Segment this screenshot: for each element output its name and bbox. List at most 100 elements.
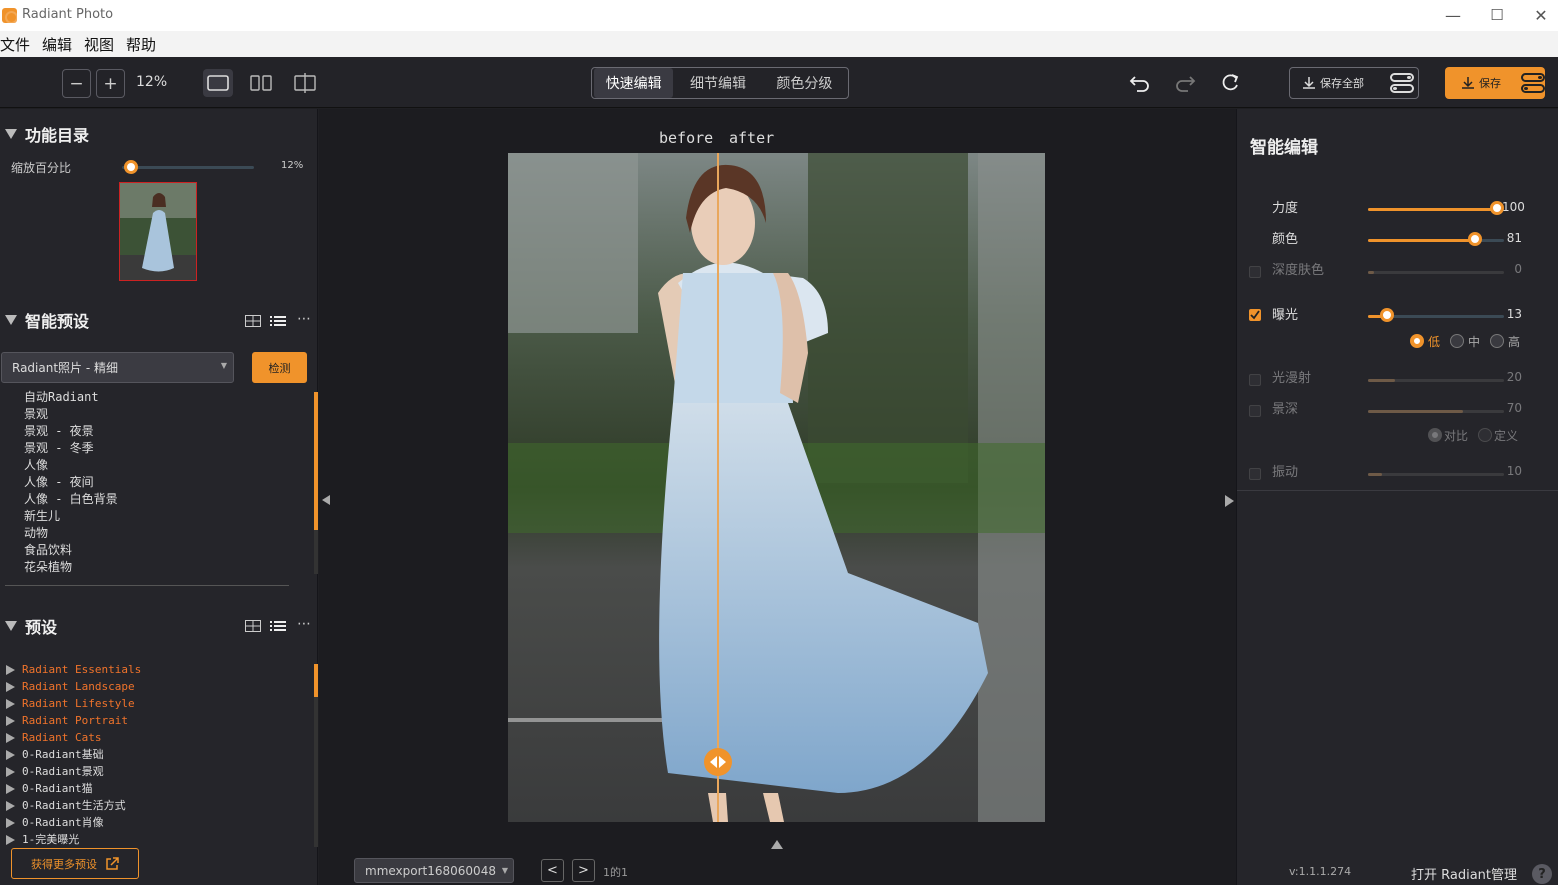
tab-quick-edit[interactable]: 快速编辑 bbox=[594, 68, 674, 98]
smart-preset-item[interactable]: 新生儿 bbox=[24, 508, 284, 525]
exposure-level-option[interactable]: 高 bbox=[1490, 333, 1520, 350]
radio-icon[interactable] bbox=[1478, 428, 1493, 442]
expand-triangle-icon[interactable] bbox=[6, 732, 15, 743]
slider-knob[interactable] bbox=[123, 160, 138, 174]
smart-preset-item[interactable]: 花朵植物 bbox=[24, 559, 284, 576]
previous-image-button[interactable]: < bbox=[541, 859, 564, 882]
preset-folder-item[interactable]: 0-Radiant基础 bbox=[6, 746, 296, 763]
split-handle[interactable] bbox=[704, 748, 732, 776]
slider-track-deep-skin[interactable] bbox=[1368, 271, 1504, 274]
expand-triangle-icon[interactable] bbox=[6, 698, 15, 709]
redo-button[interactable] bbox=[1170, 69, 1200, 97]
side-by-side-view-button[interactable] bbox=[246, 69, 276, 97]
menu-file[interactable]: 文件 bbox=[0, 33, 30, 55]
zoom-out-button[interactable]: − bbox=[62, 69, 91, 98]
smart-preset-item[interactable]: 人像 - 夜间 bbox=[24, 474, 284, 491]
menu-help[interactable]: 帮助 bbox=[126, 33, 156, 55]
preset-folder-item[interactable]: 1-完美曝光 bbox=[6, 831, 296, 848]
expand-triangle-icon[interactable] bbox=[6, 783, 15, 794]
slider-track-depth[interactable] bbox=[1368, 410, 1504, 413]
checkbox-vibrance[interactable] bbox=[1249, 468, 1261, 480]
preset-folder-item[interactable]: Radiant Portrait bbox=[6, 712, 296, 729]
smart-preset-item[interactable]: 自动Radiant bbox=[24, 389, 284, 406]
smart-list-scrollbar-thumb[interactable] bbox=[314, 392, 318, 530]
checkbox-deep-skin[interactable] bbox=[1249, 266, 1261, 278]
preset-folder-item[interactable]: 0-Radiant景观 bbox=[6, 763, 296, 780]
checkbox-light-diffusion[interactable] bbox=[1249, 374, 1261, 386]
save-all-options-icon[interactable] bbox=[1390, 71, 1414, 95]
slider-track-light-diffusion[interactable] bbox=[1368, 379, 1504, 382]
collapse-right-panel-icon[interactable] bbox=[1225, 495, 1234, 507]
smart-preset-dropdown[interactable]: Radiant照片 - 精细 ▼ bbox=[1, 352, 234, 383]
save-options-icon[interactable] bbox=[1521, 71, 1545, 95]
radio-icon[interactable] bbox=[1428, 428, 1442, 442]
radio-icon[interactable] bbox=[1450, 334, 1465, 348]
checkbox-depth[interactable] bbox=[1249, 405, 1261, 417]
preset-folder-item[interactable]: Radiant Cats bbox=[6, 729, 296, 746]
expand-triangle-icon[interactable] bbox=[6, 834, 15, 845]
split-view-button[interactable] bbox=[290, 69, 320, 97]
expand-triangle-icon[interactable] bbox=[6, 681, 15, 692]
help-icon[interactable]: ? bbox=[1532, 864, 1552, 884]
catalog-header[interactable]: 功能目录 bbox=[5, 122, 89, 146]
tab-color-grading[interactable]: 颜色分级 bbox=[761, 68, 848, 98]
radio-icon[interactable] bbox=[1410, 334, 1424, 348]
smart-presets-header[interactable]: 智能预设 bbox=[5, 308, 89, 332]
smart-preset-item[interactable]: 景观 - 冬季 bbox=[24, 440, 284, 457]
preset-folder-item[interactable]: 0-Radiant猫 bbox=[6, 780, 296, 797]
menu-edit[interactable]: 编辑 bbox=[42, 33, 72, 55]
get-more-presets-button[interactable]: 获得更多预设 bbox=[11, 848, 139, 879]
presets-header[interactable]: 预设 bbox=[5, 614, 57, 638]
checkbox-exposure[interactable] bbox=[1249, 309, 1261, 321]
exposure-level-option[interactable]: 低 bbox=[1410, 333, 1440, 350]
collapse-left-panel-icon[interactable] bbox=[322, 495, 330, 505]
image-thumbnail[interactable] bbox=[119, 182, 197, 281]
split-divider[interactable] bbox=[717, 153, 719, 822]
close-button[interactable]: ✕ bbox=[1526, 4, 1556, 26]
preset-list-scrollbar-thumb[interactable] bbox=[314, 664, 318, 697]
expand-triangle-icon[interactable] bbox=[6, 766, 15, 777]
expand-triangle-icon[interactable] bbox=[6, 664, 15, 675]
file-selector[interactable]: mmexport168060048 ▼ bbox=[354, 858, 514, 883]
expand-triangle-icon[interactable] bbox=[6, 715, 15, 726]
slider-track-color[interactable] bbox=[1368, 239, 1504, 242]
smart-preset-item[interactable]: 景观 - 夜景 bbox=[24, 423, 284, 440]
more-options-icon[interactable]: ⋯ bbox=[296, 311, 312, 327]
reset-button[interactable] bbox=[1215, 69, 1245, 97]
smart-preset-item[interactable]: 动物 bbox=[24, 525, 284, 542]
slider-track-vibrance[interactable] bbox=[1368, 473, 1504, 476]
grid-view-icon[interactable] bbox=[245, 314, 261, 328]
slider-track-strength[interactable] bbox=[1368, 208, 1504, 211]
zoom-in-button[interactable]: + bbox=[96, 69, 125, 98]
smart-preset-item[interactable]: 人像 bbox=[24, 457, 284, 474]
expand-triangle-icon[interactable] bbox=[6, 749, 15, 760]
depth-mode-option[interactable]: 定义 bbox=[1478, 427, 1518, 444]
detect-button[interactable]: 检测 bbox=[252, 352, 307, 383]
expand-triangle-icon[interactable] bbox=[6, 817, 15, 828]
more-options-icon[interactable]: ⋯ bbox=[296, 616, 312, 632]
catalog-zoom-slider[interactable] bbox=[122, 160, 254, 174]
radio-icon[interactable] bbox=[1490, 334, 1505, 348]
save-button[interactable]: 保存 bbox=[1445, 67, 1545, 99]
open-radiant-manager-link[interactable]: 打开 Radiant管理 bbox=[1411, 864, 1517, 883]
grid-view-icon[interactable] bbox=[245, 619, 261, 633]
photo-preview[interactable] bbox=[508, 153, 1045, 822]
single-view-button[interactable] bbox=[203, 69, 233, 97]
preset-folder-item[interactable]: Radiant Lifestyle bbox=[6, 695, 296, 712]
depth-mode-option[interactable]: 对比 bbox=[1428, 427, 1468, 444]
smart-preset-item[interactable]: 食品饮料 bbox=[24, 542, 284, 559]
smart-preset-item[interactable]: 景观 bbox=[24, 406, 284, 423]
menu-view[interactable]: 视图 bbox=[84, 33, 114, 55]
maximize-button[interactable]: ☐ bbox=[1482, 4, 1512, 26]
slider-knob-color[interactable] bbox=[1468, 232, 1483, 246]
smart-preset-item[interactable]: 人像 - 白色背景 bbox=[24, 491, 284, 508]
expand-filmstrip-icon[interactable] bbox=[771, 840, 783, 849]
list-view-icon[interactable] bbox=[270, 619, 286, 633]
preset-folder-item[interactable]: Radiant Landscape bbox=[6, 678, 296, 695]
next-image-button[interactable]: > bbox=[572, 859, 595, 882]
minimize-button[interactable]: — bbox=[1438, 4, 1468, 26]
list-view-icon[interactable] bbox=[270, 314, 286, 328]
exposure-level-option[interactable]: 中 bbox=[1450, 333, 1480, 350]
preset-folder-item[interactable]: 0-Radiant生活方式 bbox=[6, 797, 296, 814]
save-all-button[interactable]: 保存全部 bbox=[1289, 67, 1419, 99]
